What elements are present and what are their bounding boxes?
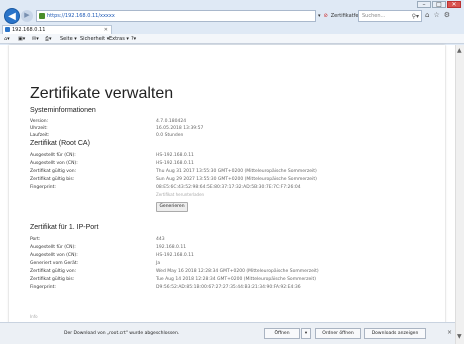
port-label: Zertifikat gültig bis: xyxy=(30,277,75,282)
navigation-bar: ◀ ▶ https://192.168.0.11/xxxxx ▾ ⊘ Zerti… xyxy=(0,7,464,25)
address-text: https://192.168.0.11/xxxxx xyxy=(47,13,115,19)
tab-active[interactable]: 192.168.0.11 ✕ xyxy=(2,25,112,34)
info-value: 0.0 Stunden xyxy=(156,133,184,138)
root-ca-heading: Zertifikat (Root CA) xyxy=(30,140,90,147)
root-label: Ausgestellt von (CN): xyxy=(30,161,78,166)
command-bar: ⌂▾ ▣▾ ✉▾ ⎙▾ Seite ▾ Sicherheit ▾ Extras … xyxy=(0,34,464,44)
root-row: Ausgestellt von (CN): HS-192.168.0.11 xyxy=(30,160,440,167)
port-value: 443 xyxy=(156,237,165,242)
help-icon[interactable]: ?▾ xyxy=(131,34,136,44)
port-value: Ja xyxy=(156,261,161,266)
root-row: Fingerprint: 08:E5:6C:43:52:98:64:5E:80:… xyxy=(30,184,440,191)
port-label: Zertifikat gültig von: xyxy=(30,269,77,274)
open-folder-button[interactable]: Ordner öffnen xyxy=(315,328,361,339)
port-label: Ausgestellt von (CN): xyxy=(30,253,78,258)
forward-arrow-icon[interactable]: ▶ xyxy=(21,10,33,22)
port-row: Port: 443 xyxy=(30,236,440,243)
menu-security[interactable]: Sicherheit ▾ xyxy=(80,34,109,44)
info-value: 16.05.2018 13:39:57 xyxy=(156,126,204,131)
port-value: 192.168.0.11 xyxy=(156,245,187,250)
tab-strip: 192.168.0.11 ✕ xyxy=(0,25,464,34)
info-label: Laufzeit: xyxy=(30,133,50,138)
star-icon[interactable]: ☆ xyxy=(433,11,439,19)
menu-tools[interactable]: Extras ▾ xyxy=(109,34,129,44)
info-row: Uhrzeit: 16.05.2018 13:39:57 xyxy=(30,125,440,132)
certificate-error-icon[interactable]: ⊘ xyxy=(324,10,328,22)
open-button[interactable]: Öffnen xyxy=(264,328,300,339)
address-bar[interactable]: https://192.168.0.11/xxxxx xyxy=(36,10,316,22)
root-value: Thu Aug 31 2017 13:55:30 GMT+0200 (Mitte… xyxy=(156,169,317,174)
root-row: Zertifikat gültig bis: Sun Aug 29 2027 1… xyxy=(30,176,440,183)
download-notification-bar: Der Download von „root.crt" wurde abgesc… xyxy=(0,322,455,344)
port-row: Zertifikat gültig bis: Tue Aug 14 2018 1… xyxy=(30,276,440,283)
scroll-up-icon[interactable]: ▲ xyxy=(457,47,462,54)
home-icon[interactable]: ⌂ xyxy=(425,11,429,19)
gear-icon[interactable]: ⚙ xyxy=(444,11,450,19)
port-label: Ausgestellt für (CN): xyxy=(30,245,76,250)
tab-close-icon[interactable]: ✕ xyxy=(104,26,108,34)
port-row: Generiert vom Gerät: Ja xyxy=(30,260,440,267)
info-label: Version: xyxy=(30,119,49,124)
system-info-heading: Systeminformationen xyxy=(30,107,96,114)
port-row: Ausgestellt für (CN): 192.168.0.11 xyxy=(30,244,440,251)
port-value: D9:56:52:AD:85:1B:00:67:27:27:35:44:B3:2… xyxy=(156,285,301,290)
info-row: Laufzeit: 0.0 Stunden xyxy=(30,132,440,139)
print-icon[interactable]: ⎙▾ xyxy=(45,34,52,44)
info-value: 4.7.0.180424 xyxy=(156,119,187,124)
root-value: Sun Aug 29 2027 13:55:30 GMT+0200 (Mitte… xyxy=(156,177,317,182)
search-input[interactable]: Suchen... ⚲▾ xyxy=(358,10,422,22)
root-value: 08:E5:6C:43:52:98:64:5E:80:37:17:32:AD:5… xyxy=(156,185,301,190)
port-label: Generiert vom Gerät: xyxy=(30,261,79,266)
info-row: Version: 4.7.0.180424 xyxy=(30,118,440,125)
browser-icons: ⌂ ☆ ⚙ xyxy=(425,11,450,19)
certificate-page: Zertifikate verwalten Systeminformatione… xyxy=(9,45,445,323)
port-row: Fingerprint: D9:56:52:AD:85:1B:00:67:27:… xyxy=(30,284,440,291)
root-label: Ausgestellt für (CN): xyxy=(30,153,76,158)
root-row: Ausgestellt für (CN): HS-192.168.0.11 xyxy=(30,152,440,159)
root-label: Zertifikat gültig von: xyxy=(30,169,77,174)
port-certificate-heading: Zertifikat für 1. IP-Port xyxy=(30,224,99,231)
root-value: HS-192.168.0.11 xyxy=(156,161,194,166)
port-value: Wed May 16 2018 12:28:34 GMT+0200 (Mitte… xyxy=(156,269,319,274)
feeds-icon[interactable]: ▣▾ xyxy=(18,34,25,44)
page-title: Zertifikate verwalten xyxy=(30,85,174,102)
dropdown-arrow-icon[interactable]: ▾ xyxy=(318,10,321,22)
port-row: Ausgestellt von (CN): HS-192.168.0.11 xyxy=(30,252,440,259)
page-viewport: Zertifikate verwalten Systeminformatione… xyxy=(0,45,455,323)
more-info-text: Info xyxy=(30,314,38,319)
download-message: Der Download von „root.crt" wurde abgesc… xyxy=(64,331,180,336)
search-icon[interactable]: ⚲▾ xyxy=(412,12,419,22)
mail-icon[interactable]: ✉▾ xyxy=(32,34,39,44)
port-row: Zertifikat gültig von: Wed May 16 2018 1… xyxy=(30,268,440,275)
site-icon xyxy=(39,13,45,19)
back-arrow-icon[interactable]: ◀ xyxy=(4,8,20,24)
home-menu-icon[interactable]: ⌂▾ xyxy=(4,34,10,44)
root-label: Zertifikat gültig bis: xyxy=(30,177,75,182)
port-label: Port: xyxy=(30,237,41,242)
browser-window: – □ ✕ ◀ ▶ https://192.168.0.11/xxxxx ▾ ⊘… xyxy=(0,0,464,344)
generate-button[interactable]: Generieren xyxy=(156,202,188,212)
menu-page[interactable]: Seite ▾ xyxy=(60,34,77,44)
tab-favicon-icon xyxy=(5,27,10,32)
download-certificate-link[interactable]: Zertifikat herunterladen xyxy=(156,192,204,197)
root-row: Zertifikat gültig von: Thu Aug 31 2017 1… xyxy=(30,168,440,175)
info-label: Uhrzeit: xyxy=(30,126,48,131)
search-placeholder: Suchen... xyxy=(362,13,386,19)
port-value: HS-192.168.0.11 xyxy=(156,253,194,258)
close-icon[interactable]: × xyxy=(447,329,452,336)
tab-title: 192.168.0.11 xyxy=(12,27,46,33)
scroll-down-icon[interactable]: ▼ xyxy=(457,333,462,340)
root-value: HS-192.168.0.11 xyxy=(156,153,194,158)
view-downloads-button[interactable]: Downloads anzeigen xyxy=(364,328,426,339)
vertical-scrollbar[interactable]: ▲ ▼ xyxy=(455,45,464,344)
root-label: Fingerprint: xyxy=(30,185,56,190)
port-label: Fingerprint: xyxy=(30,285,56,290)
port-value: Tue Aug 14 2018 12:28:34 GMT+0200 (Mitte… xyxy=(156,277,316,282)
open-options-button[interactable]: ▾ xyxy=(301,328,311,339)
